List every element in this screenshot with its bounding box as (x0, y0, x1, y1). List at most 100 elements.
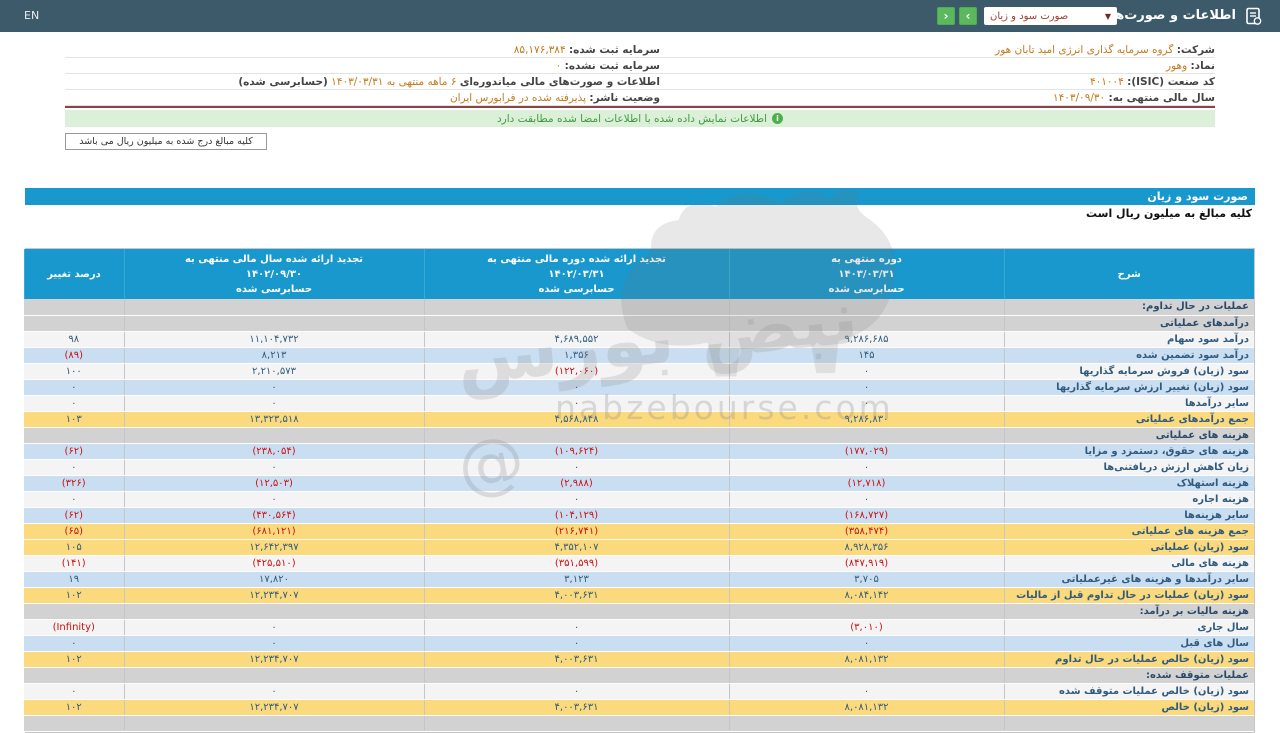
prev-statement-button[interactable]: ‹ (937, 7, 955, 25)
restated-year-cell: (۴۳۰,۵۶۴) (124, 507, 424, 523)
info-row: نماد: وهور سرمایه ثبت نشده: ۰ (65, 58, 1215, 74)
section-row: عملیات در حال تداوم: (24, 299, 1254, 315)
restated-period-cell: (۲,۹۸۸) (424, 475, 729, 491)
current-period-cell: ۸,۰۸۱,۱۳۲ (729, 651, 1004, 667)
restated-year-cell (124, 315, 424, 331)
percent-change-cell: ۱۰۲ (24, 651, 124, 667)
row-label-cell: سود (زیان) خالص عملیات در حال تداوم (1004, 651, 1254, 667)
restated-period-cell: ۴,۶۸۹,۵۵۲ (424, 331, 729, 347)
field-value: پذیرفته شده در فرابورس ایران (450, 92, 586, 104)
percent-change-cell (24, 299, 124, 315)
column-header-percent-change: درصد تغییر (24, 249, 124, 299)
company-info-table: شرکت: گروه سرمایه گذاری انرژی امید تابان… (65, 42, 1215, 106)
restated-period-cell: (۱۰۴,۱۲۹) (424, 507, 729, 523)
table-row: هزینه اجاره۰۰۰۰ (24, 491, 1254, 507)
income-statement-table: شرح دوره منتهی به۱۴۰۳/۰۳/۳۱حسابرسی شده ت… (25, 248, 1255, 733)
restated-year-cell (124, 427, 424, 443)
restated-period-cell (424, 667, 729, 683)
field-label: نماد: (1190, 60, 1215, 72)
column-header-restated-year: تجدید ارائه شده سال مالی منتهی به۱۴۰۲/۰۹… (124, 249, 424, 299)
info-row: کد صنعت (ISIC): ۴۰۱۰۰۴ اطلاعات و صورت‌ها… (65, 74, 1215, 90)
top-navbar: اطلاعات و صورت‌های مالی میاندوره‌ای ▼ صو… (0, 0, 1280, 32)
restated-year-cell (124, 715, 424, 731)
restated-year-cell: ۱۷,۸۲۰ (124, 571, 424, 587)
restated-period-cell: ۰ (424, 619, 729, 635)
current-period-cell: (۸۴۷,۹۱۹) (729, 555, 1004, 571)
percent-change-cell: (۳۲۶) (24, 475, 124, 491)
restated-period-cell: (۱۰۹,۶۲۴) (424, 443, 729, 459)
row-label-cell: درآمدهای عملیاتی (1004, 315, 1254, 331)
table-row: جمع درآمدهای عملیاتی۹,۲۸۶,۸۳۰۴,۵۶۸,۸۴۸۱۳… (24, 411, 1254, 427)
percent-change-cell: ۰ (24, 395, 124, 411)
percent-change-cell: ۱۰۰ (24, 363, 124, 379)
restated-year-cell: ۱۳,۳۲۳,۵۱۸ (124, 411, 424, 427)
row-label-cell: هزینه اجاره (1004, 491, 1254, 507)
current-period-cell: ۰ (729, 379, 1004, 395)
restated-year-cell: ۱۲,۲۳۴,۷۰۷ (124, 651, 424, 667)
restated-period-cell (424, 315, 729, 331)
row-label-cell: سود (زیان) عملیات در حال تداوم قبل از ما… (1004, 587, 1254, 603)
table-row: درآمد سود سهام۹,۲۸۶,۶۸۵۴,۶۸۹,۵۵۲۱۱,۱۰۴,۷… (24, 331, 1254, 347)
row-label-cell: هزینه های مالی (1004, 555, 1254, 571)
row-label-cell: هزینه مالیات بر درآمد: (1004, 603, 1254, 619)
current-period-cell: ۰ (729, 395, 1004, 411)
column-header-description: شرح (1004, 249, 1254, 299)
current-period-cell: ۸,۹۲۸,۳۵۶ (729, 539, 1004, 555)
current-period-cell: ۰ (729, 363, 1004, 379)
restated-year-cell: ۱۲,۲۳۴,۷۰۷ (124, 587, 424, 603)
restated-period-cell: ۰ (424, 683, 729, 699)
restated-period-cell: ۰ (424, 491, 729, 507)
million-rial-note-box[interactable]: کلیه مبالغ درج شده به میلیون ریال می باش… (65, 133, 267, 150)
column-header-restated-period: تجدید ارائه شده دوره مالی منتهی به۱۴۰۲/۰… (424, 249, 729, 299)
current-period-cell: (۳,۰۱۰) (729, 619, 1004, 635)
next-statement-button[interactable]: › (959, 7, 977, 25)
row-label-cell: سود (زیان) خالص (1004, 699, 1254, 715)
unit-note: کلیه مبالغ به میلیون ریال است (1086, 207, 1252, 220)
row-label-cell: عملیات متوقف شده: (1004, 667, 1254, 683)
language-switch-link[interactable]: EN (24, 9, 39, 22)
section-row: هزینه مالیات بر درآمد: (24, 603, 1254, 619)
current-period-cell (729, 299, 1004, 315)
current-period-cell: ۰ (729, 683, 1004, 699)
restated-year-cell: ۲,۲۱۰,۵۷۳ (124, 363, 424, 379)
row-label-cell: درآمد سود تضمین شده (1004, 347, 1254, 363)
percent-change-cell: ۰ (24, 459, 124, 475)
row-label-cell: عملیات در حال تداوم: (1004, 299, 1254, 315)
restated-year-cell: ۰ (124, 683, 424, 699)
restated-period-cell: ۰ (424, 379, 729, 395)
table-row: زیان کاهش ارزش دریافتنی‌ها۰۰۰۰ (24, 459, 1254, 475)
row-label-cell: سود (زیان) عملیاتی (1004, 539, 1254, 555)
current-period-cell (729, 315, 1004, 331)
restated-period-cell (424, 427, 729, 443)
percent-change-cell (24, 715, 124, 731)
section-row: عملیات متوقف شده: (24, 667, 1254, 683)
company-field: سال مالی منتهی به: ۱۴۰۳/۰۹/۳۰ (660, 92, 1215, 104)
restated-period-cell: ۴,۰۰۳,۶۳۱ (424, 699, 729, 715)
current-period-cell: ۳,۷۰۵ (729, 571, 1004, 587)
row-label-cell: سایر هزینه‌ها (1004, 507, 1254, 523)
restated-period-cell: ۰ (424, 395, 729, 411)
percent-change-cell: ۱۰۲ (24, 699, 124, 715)
table-row: درآمد سود تضمین شده۱۴۵۱,۳۵۶۸,۲۱۳(۸۹) (24, 347, 1254, 363)
current-period-cell (729, 715, 1004, 731)
table-row: سایر هزینه‌ها(۱۶۸,۷۲۷)(۱۰۴,۱۲۹)(۴۳۰,۵۶۴)… (24, 507, 1254, 523)
row-label-cell: سود (زیان) فروش سرمایه گذاریها (1004, 363, 1254, 379)
field-suffix: (حسابرسی شده) (238, 76, 327, 88)
statement-type-value: صورت سود و زیان (990, 11, 1068, 22)
restated-period-cell: ۰ (424, 459, 729, 475)
restated-period-cell: ۱,۳۵۶ (424, 347, 729, 363)
company-field: شرکت: گروه سرمایه گذاری انرژی امید تابان… (660, 44, 1215, 56)
percent-change-cell: ۱۰۳ (24, 411, 124, 427)
percent-change-cell: ۱۰۵ (24, 539, 124, 555)
company-field: نماد: وهور (660, 60, 1215, 72)
row-label-cell: هزینه استهلاک (1004, 475, 1254, 491)
current-period-cell: ۹,۲۸۶,۶۸۵ (729, 331, 1004, 347)
table-row: سود (زیان) خالص۸,۰۸۱,۱۳۲۴,۰۰۳,۶۳۱۱۲,۲۳۴,… (24, 699, 1254, 715)
row-label-cell: درآمد سود سهام (1004, 331, 1254, 347)
restated-period-cell: ۳,۱۲۳ (424, 571, 729, 587)
field-label: شرکت: (1177, 44, 1215, 56)
percent-change-cell: ۱۹ (24, 571, 124, 587)
field-value: ۸۵,۱۷۶,۳۸۴ (514, 44, 566, 56)
statement-type-select[interactable]: ▼ صورت سود و زیان (984, 7, 1117, 25)
table-row: سود (زیان) تغییر ارزش سرمایه گذاریها۰۰۰۰ (24, 379, 1254, 395)
